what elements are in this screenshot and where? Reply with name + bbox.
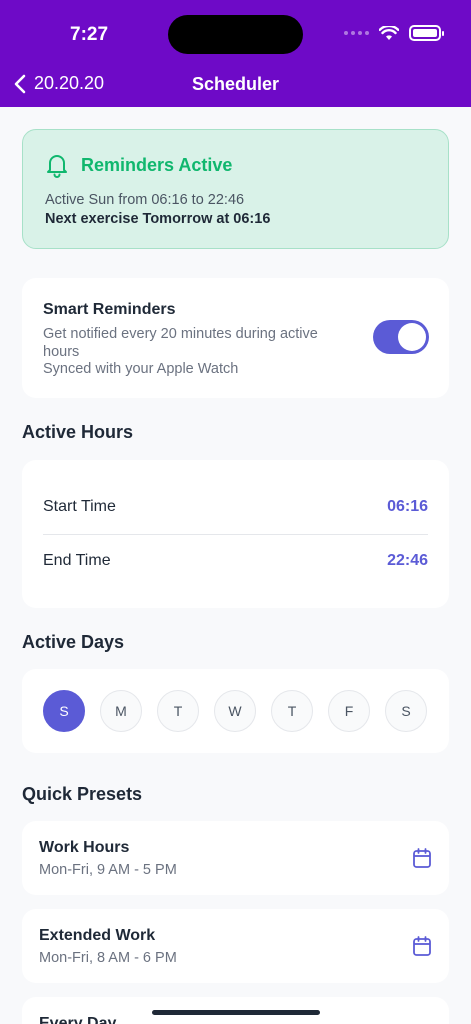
active-hours-card: Start Time 06:16 End Time 22:46 (22, 460, 449, 608)
preset-title: Every Day (39, 1015, 117, 1024)
signal-icon (344, 31, 369, 35)
day-friday[interactable]: F (328, 690, 370, 732)
preset-title: Work Hours (39, 839, 130, 856)
active-days-title: Active Days (22, 632, 125, 652)
start-time-row[interactable]: Start Time 06:16 (43, 480, 428, 534)
calendar-icon (413, 936, 431, 956)
day-saturday[interactable]: S (385, 690, 427, 732)
status-icons (344, 25, 444, 41)
day-tuesday[interactable]: T (157, 690, 199, 732)
end-time-label: End Time (43, 552, 111, 569)
end-time-row[interactable]: End Time 22:46 (43, 534, 428, 588)
active-hours-title: Active Hours (22, 422, 134, 442)
day-wednesday[interactable]: W (214, 690, 256, 732)
watch-sync-text: Synced with your Apple Watch (43, 361, 239, 377)
calendar-icon (413, 848, 431, 868)
start-time-label: Start Time (43, 498, 116, 515)
active-schedule-text: Active Sun from 06:16 to 22:46 (45, 192, 245, 208)
end-time-value[interactable]: 22:46 (387, 552, 428, 570)
preset-title: Extended Work (39, 927, 156, 944)
status-time: 7:27 (70, 24, 109, 45)
day-monday[interactable]: M (100, 690, 142, 732)
battery-icon (409, 25, 444, 41)
preset-extended-work[interactable]: Extended Work Mon-Fri, 8 AM - 6 PM (22, 909, 449, 983)
reminders-status-banner: Reminders Active Active Sun from 06:16 t… (22, 129, 449, 249)
next-exercise-text: Next exercise Tomorrow at 06:16 (45, 211, 271, 227)
day-thursday[interactable]: T (271, 690, 313, 732)
toggle-knob (398, 323, 426, 351)
dynamic-island (168, 15, 303, 54)
preset-work-hours[interactable]: Work Hours Mon-Fri, 9 AM - 5 PM (22, 821, 449, 895)
smart-reminders-description: Get notified every 20 minutes during act… (43, 326, 318, 360)
wifi-icon (379, 25, 399, 40)
preset-subtitle: Mon-Fri, 9 AM - 5 PM (39, 862, 177, 878)
smart-reminders-card: Smart Reminders Get notified every 20 mi… (22, 278, 449, 398)
active-days-card: S M T W T F S (22, 669, 449, 753)
smart-reminders-toggle[interactable] (373, 320, 429, 354)
day-sunday[interactable]: S (43, 690, 85, 732)
bell-icon (47, 155, 67, 178)
preset-subtitle: Mon-Fri, 8 AM - 6 PM (39, 950, 177, 966)
smart-reminders-title: Smart Reminders (43, 301, 176, 318)
page-title: Scheduler (191, 74, 280, 94)
header-bar: 7:27 20.20.20 Scheduler (0, 0, 471, 107)
quick-presets-title: Quick Presets (22, 784, 143, 804)
home-indicator (152, 1010, 320, 1015)
start-time-value[interactable]: 06:16 (387, 498, 428, 516)
banner-title: Reminders Active (81, 155, 233, 175)
